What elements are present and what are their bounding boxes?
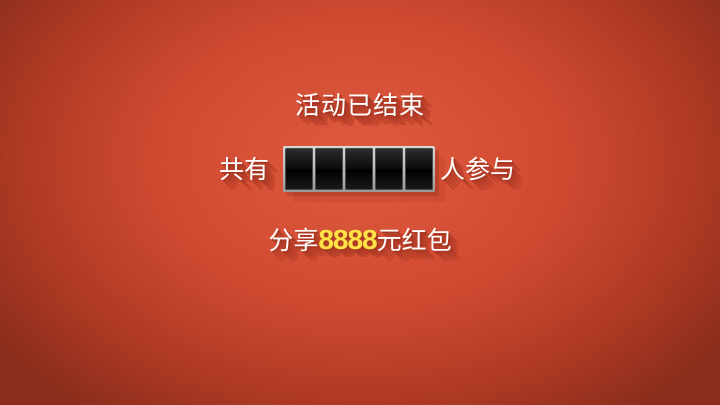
- counter-digit: [345, 148, 373, 190]
- reward-amount: 8888: [318, 224, 377, 255]
- reward-suffix: 元红包: [376, 226, 452, 255]
- event-ended-screen: 活动已结束 共有 人参与 分享8888元红包: [0, 0, 720, 405]
- reward-line: 分享8888元红包: [0, 222, 720, 259]
- counter-digit: [315, 148, 343, 190]
- counter-digit: [375, 148, 403, 190]
- participant-suffix: 人参与: [440, 155, 516, 184]
- participant-counter: [283, 146, 435, 192]
- reward-prefix: 分享: [268, 226, 319, 255]
- counter-digit: [285, 148, 313, 190]
- participant-prefix: 共有: [219, 155, 270, 184]
- participant-count-row: 共有 人参与: [0, 145, 720, 197]
- counter-digit: [405, 148, 433, 190]
- status-title: 活动已结束: [294, 91, 425, 120]
